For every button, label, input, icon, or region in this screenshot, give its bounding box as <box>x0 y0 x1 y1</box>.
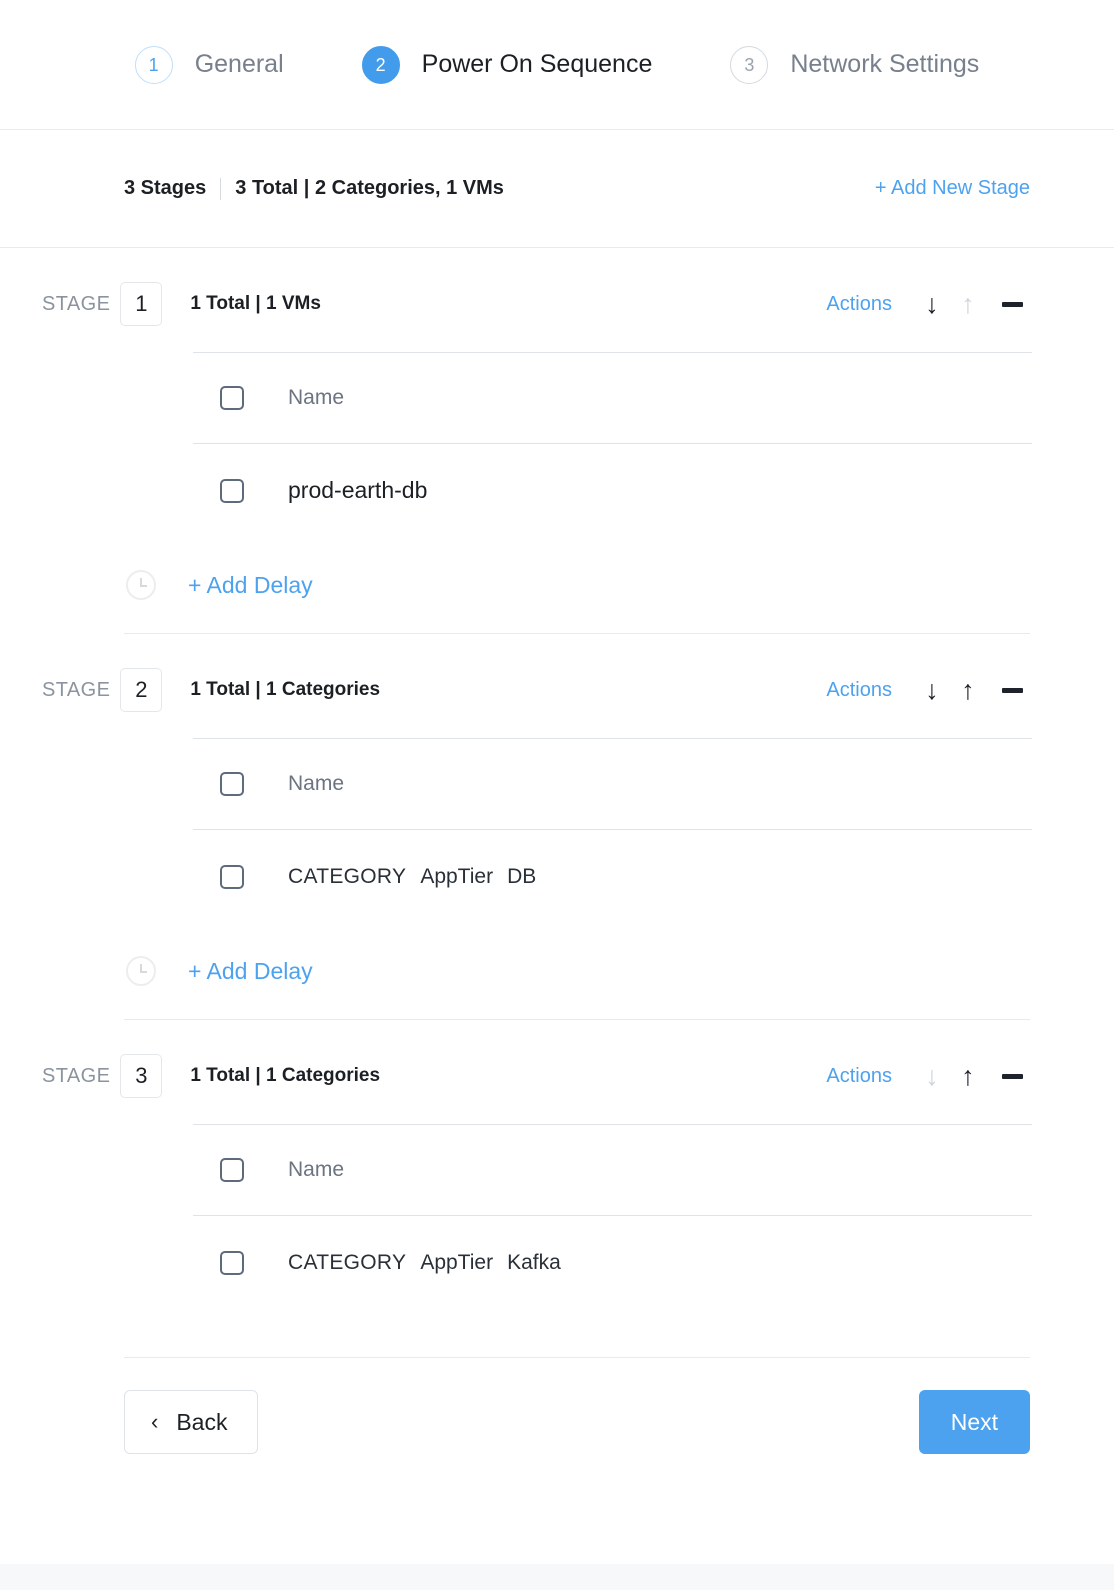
step-label-power-on-sequence: Power On Sequence <box>421 50 653 78</box>
wizard-step-general[interactable]: 1 General <box>134 45 284 84</box>
back-button[interactable]: ‹ Back <box>124 1390 259 1454</box>
stage-1-row-checkbox[interactable] <box>220 478 244 503</box>
summary-separator <box>220 177 222 200</box>
stage-2-table-header-row: Name <box>193 739 1032 829</box>
next-button[interactable]: Next <box>918 1390 1030 1454</box>
stage-2-number: 2 <box>120 668 163 712</box>
table-row[interactable]: prod-earth-db <box>193 444 1032 537</box>
stage-2-actions-menu[interactable]: Actions <box>826 679 892 702</box>
stage-1-add-delay-button[interactable]: + Add Delay <box>188 572 313 599</box>
stage-1-move-down-icon[interactable]: ↓ <box>914 286 950 322</box>
step-label-general: General <box>194 50 284 78</box>
stage-1-table: Name prod-earth-db <box>193 352 1032 537</box>
stage-1-column-name: Name <box>288 386 345 409</box>
wizard-footer: ‹ Back Next <box>0 1358 1114 1486</box>
stage-2-row-checkbox[interactable] <box>220 864 244 889</box>
stage-3-word: STAGE <box>42 1064 111 1087</box>
stage-1-add-delay-row[interactable]: + Add Delay <box>0 537 1114 633</box>
wizard-step-indicator: 1 General 2 Power On Sequence 3 Network … <box>0 0 1114 130</box>
stage-2-add-delay-row[interactable]: + Add Delay <box>0 923 1114 1019</box>
wizard-step-network-settings[interactable]: 3 Network Settings <box>730 45 980 84</box>
stage-3-category-value: Kafka <box>507 1250 561 1274</box>
summary-text: 3 Stages 3 Total | 2 Categories, 1 VMs <box>124 177 504 200</box>
step-number-badge-2: 2 <box>361 45 400 84</box>
stage-1-word: STAGE <box>42 292 111 315</box>
stage-1-counts: 1 Total | 1 VMs <box>190 293 321 314</box>
minus-icon <box>1001 1073 1023 1079</box>
stage-3-table-header-row: Name <box>193 1125 1032 1215</box>
sequence-summary-bar: 3 Stages 3 Total | 2 Categories, 1 VMs +… <box>0 130 1114 248</box>
stage-2-remove-icon[interactable] <box>994 672 1030 708</box>
stage-1-number: 1 <box>120 282 163 326</box>
stage-2-column-name: Name <box>288 772 345 795</box>
add-new-stage-button[interactable]: + Add New Stage <box>875 177 1030 200</box>
stage-3-header: STAGE 3 1 Total | 1 Categories Actions ↓… <box>0 1028 1114 1124</box>
minus-icon <box>1001 687 1023 693</box>
stage-2-move-down-icon[interactable]: ↓ <box>914 672 950 708</box>
stage-2-word: STAGE <box>42 678 111 701</box>
stage-1-header: STAGE 1 1 Total | 1 VMs Actions ↓ ↑ <box>0 256 1114 352</box>
stage-2-counts: 1 Total | 1 Categories <box>190 679 381 700</box>
step-label-network-settings: Network Settings <box>790 50 980 78</box>
stage-2-category-value: DB <box>507 864 537 888</box>
stage-1-move-up-icon: ↑ <box>961 288 975 319</box>
stage-1-select-all-checkbox[interactable] <box>220 386 244 410</box>
summary-totals: 3 Total | 2 Categories, 1 VMs <box>235 177 504 199</box>
stage-1-row-name: prod-earth-db <box>288 477 428 503</box>
stage-3-actions-group: Actions ↓ ↑ <box>826 1058 1030 1094</box>
stage-3-move-up-icon[interactable]: ↑ <box>950 1058 986 1094</box>
table-row[interactable]: CATEGORY AppTier Kafka <box>193 1216 1032 1309</box>
chevron-left-icon: ‹ <box>151 1409 159 1434</box>
bottom-strip <box>0 1564 1114 1590</box>
stage-3-column-name: Name <box>288 1158 345 1181</box>
stage-2: STAGE 2 1 Total | 1 Categories Actions ↓… <box>0 642 1114 1020</box>
stage-2-add-delay-button[interactable]: + Add Delay <box>188 958 313 985</box>
stage-3-remove-icon[interactable] <box>994 1058 1030 1094</box>
stage-3-counts: 1 Total | 1 Categories <box>190 1065 381 1086</box>
stage-1-actions-menu[interactable]: Actions <box>826 293 892 316</box>
step-number-badge-3: 3 <box>730 45 769 84</box>
stage-3-category-key: AppTier <box>420 1250 494 1274</box>
stage-3: STAGE 3 1 Total | 1 Categories Actions ↓… <box>0 1028 1114 1357</box>
stage-3-number: 3 <box>120 1054 163 1098</box>
stage-2-row-category: CATEGORY AppTier DB <box>288 865 536 889</box>
stage-1-remove-icon[interactable] <box>994 286 1030 322</box>
stage-3-bottom-gap <box>0 1309 1114 1357</box>
stage-3-select-all-checkbox[interactable] <box>220 1158 244 1182</box>
stage-2-select-all-checkbox[interactable] <box>220 772 244 796</box>
stage-2-actions-group: Actions ↓ ↑ <box>826 672 1030 708</box>
stage-1-table-header-row: Name <box>193 353 1032 443</box>
stage-list: STAGE 1 1 Total | 1 VMs Actions ↓ ↑ Name… <box>0 256 1114 1357</box>
stage-3-actions-menu[interactable]: Actions <box>826 1065 892 1088</box>
stage-3-move-down-icon: ↓ <box>925 1060 939 1091</box>
stage-3-row-category: CATEGORY AppTier Kafka <box>288 1251 561 1275</box>
clock-icon <box>126 570 156 600</box>
stage-3-category-kind: CATEGORY <box>288 1250 407 1274</box>
back-button-label: Back <box>176 1408 228 1435</box>
summary-stage-count: 3 Stages <box>124 177 207 199</box>
power-on-sequence-page: 1 General 2 Power On Sequence 3 Network … <box>0 0 1114 1590</box>
step-number-badge-1: 1 <box>134 45 173 84</box>
stage-2-bottom-divider <box>124 1019 1030 1020</box>
table-row[interactable]: CATEGORY AppTier DB <box>193 830 1032 923</box>
stage-2-header: STAGE 2 1 Total | 1 Categories Actions ↓… <box>0 642 1114 738</box>
stage-2-category-key: AppTier <box>420 864 494 888</box>
stage-1-bottom-divider <box>124 633 1030 634</box>
stage-1: STAGE 1 1 Total | 1 VMs Actions ↓ ↑ Name… <box>0 256 1114 634</box>
stage-1-actions-group: Actions ↓ ↑ <box>826 286 1030 322</box>
wizard-step-power-on-sequence[interactable]: 2 Power On Sequence <box>361 45 653 84</box>
stage-2-category-kind: CATEGORY <box>288 864 407 888</box>
stage-2-table: Name CATEGORY AppTier DB <box>193 738 1032 923</box>
stage-3-table: Name CATEGORY AppTier Kafka <box>193 1124 1032 1309</box>
stage-3-row-checkbox[interactable] <box>220 1250 244 1275</box>
stage-2-move-up-icon[interactable]: ↑ <box>950 672 986 708</box>
clock-icon <box>126 956 156 986</box>
minus-icon <box>1001 301 1023 307</box>
